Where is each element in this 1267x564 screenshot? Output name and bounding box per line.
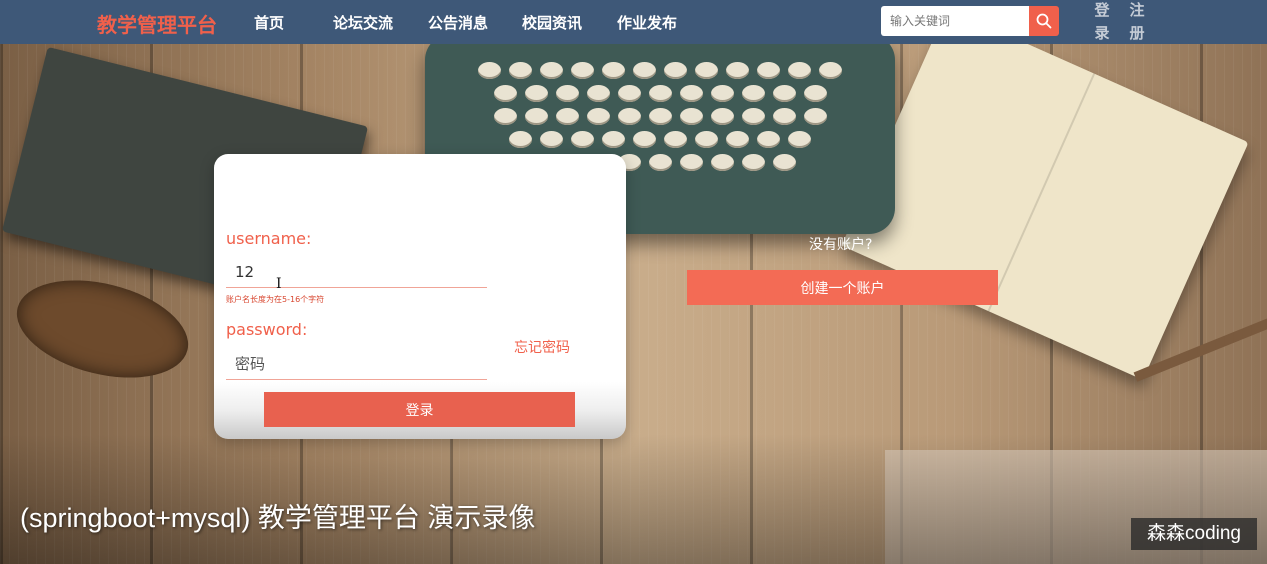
register-link-char-1: 注 bbox=[1129, 1, 1145, 19]
nav-item-homework[interactable]: 作业发布 bbox=[617, 12, 677, 33]
brand-title[interactable]: 教学管理平台 bbox=[97, 9, 217, 38]
username-label: username: bbox=[226, 229, 312, 248]
forgot-password-link[interactable]: 忘记密码 bbox=[514, 337, 570, 357]
login-link-char-2: 录 bbox=[1094, 24, 1110, 42]
create-account-button[interactable]: 创建一个账户 bbox=[687, 270, 998, 305]
search-icon bbox=[1036, 13, 1052, 29]
nav-item-home[interactable]: 首页 bbox=[254, 12, 284, 33]
top-navbar: 教学管理平台 首页 论坛交流 公告消息 校园资讯 作业发布 登 录 注 册 bbox=[0, 0, 1267, 44]
username-hint: 账户名长度为在5-16个字符 bbox=[226, 295, 325, 304]
login-button[interactable]: 登录 bbox=[264, 392, 575, 427]
search-button[interactable] bbox=[1029, 6, 1059, 36]
no-account-prompt: 没有账户? bbox=[809, 237, 873, 253]
nav-item-announcements[interactable]: 公告消息 bbox=[428, 12, 488, 33]
background-photo bbox=[0, 44, 1267, 564]
login-link[interactable]: 登 录 bbox=[1093, 0, 1111, 45]
login-link-char-1: 登 bbox=[1094, 1, 1110, 19]
login-card: username: I 账户名长度为在5-16个字符 password: 忘记密… bbox=[214, 154, 626, 439]
watermark-badge: 森森coding bbox=[1131, 518, 1257, 550]
search-input[interactable] bbox=[881, 6, 1030, 36]
register-link-char-2: 册 bbox=[1129, 24, 1145, 42]
username-input[interactable] bbox=[226, 256, 487, 288]
nav-item-forum[interactable]: 论坛交流 bbox=[333, 12, 393, 33]
text-cursor-icon: I bbox=[276, 276, 282, 292]
nav-item-campus-news[interactable]: 校园资讯 bbox=[522, 12, 582, 33]
password-label: password: bbox=[226, 320, 308, 339]
register-link[interactable]: 注 册 bbox=[1128, 0, 1146, 45]
password-input[interactable] bbox=[226, 348, 487, 380]
video-caption: (springboot+mysql) 教学管理平台 演示录像 bbox=[20, 503, 536, 533]
